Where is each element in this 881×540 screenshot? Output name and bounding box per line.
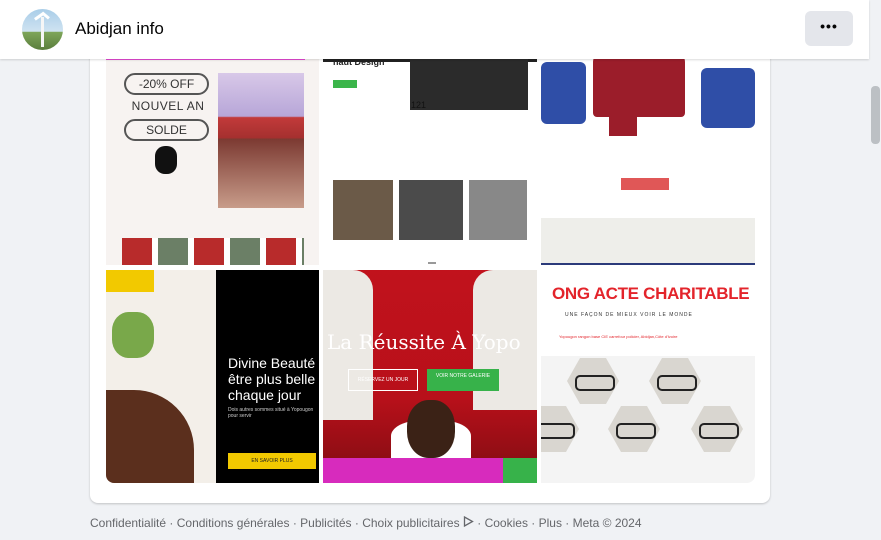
tv-stand-image <box>410 58 528 110</box>
photo-tile-ong-acte-charitable[interactable]: ONG ACTE CHARITABLE UNE FAÇON DE MIEUX V… <box>541 270 755 483</box>
page-avatar[interactable] <box>22 9 63 50</box>
photo-tile-nouvel-an[interactable]: -20% OFF NOUVEL AN SOLDE <box>106 40 319 265</box>
footer-copyright: Meta © 2024 <box>572 516 642 530</box>
glasses-image <box>608 406 660 452</box>
promo-pill: -20% OFF <box>124 73 209 95</box>
cta-button-graphic <box>333 80 357 88</box>
photo-grid: -20% OFF NOUVEL AN SOLDE haut Design 121 <box>106 40 755 483</box>
ellipsis-icon: ••• <box>820 17 838 34</box>
ottoman-image <box>609 114 637 136</box>
tile-title: Divine Beauté être plus belle chaque jou… <box>228 355 316 403</box>
tile-subtitle: UNE FAÇON DE MIEUX VOIR LE MONDE <box>565 312 693 318</box>
more-options-button[interactable]: ••• <box>805 11 853 46</box>
tile-title: ONG ACTE CHARITABLE <box>552 284 750 303</box>
footer-links: Confidentialité · Conditions générales ·… <box>90 515 642 530</box>
glasses-image <box>541 406 579 452</box>
sofa-image <box>593 52 685 117</box>
avatar-image <box>41 17 44 47</box>
glasses-image <box>649 358 701 404</box>
footer-link-more[interactable]: Plus <box>539 516 562 530</box>
cta-button-graphic <box>621 178 669 190</box>
photo-tile-divine-beaute[interactable]: Divine Beauté être plus belle chaque jou… <box>106 270 319 483</box>
page-title[interactable]: Abidjan info <box>75 19 164 39</box>
reserve-button-graphic: RÉSERVEZ UN JOUR <box>348 369 418 391</box>
glasses-collage <box>541 356 755 483</box>
page-header: Abidjan info ••• <box>0 0 869 59</box>
photo-tile-sofas[interactable] <box>541 40 755 265</box>
shop-image <box>218 73 304 208</box>
footer-link-cookies[interactable]: Cookies <box>485 516 528 530</box>
promo-text: NOUVEL AN <box>131 99 205 113</box>
photo-tile-haut-design[interactable]: haut Design 121 <box>323 40 537 265</box>
furniture-image <box>333 180 393 240</box>
promo-pill: SOLDE <box>124 119 209 141</box>
footer-link-ad-choices[interactable]: Choix publicitaires <box>362 516 459 530</box>
model-number: 121 <box>411 100 427 110</box>
glasses-image <box>691 406 743 452</box>
ad-choices-icon <box>463 515 474 530</box>
sofa-row-image <box>541 218 755 265</box>
learn-more-graphic: EN SAVOIR PLUS <box>228 453 316 469</box>
page-scrollbar[interactable] <box>869 0 881 540</box>
tile-address: Yopougon rangon base CIE carrefour polic… <box>559 334 678 339</box>
gallery-button-graphic: VOIR NOTRE GALERIE <box>427 369 499 391</box>
photo-tile-la-reussite[interactable]: La Réussite À Yopo RÉSERVEZ UN JOUR VOIR… <box>323 270 537 483</box>
sofa-image <box>701 68 755 128</box>
footer-link-terms[interactable]: Conditions générales <box>177 516 290 530</box>
product-thumbnails <box>122 238 304 265</box>
sofa-image <box>541 62 586 124</box>
furniture-image <box>399 180 463 240</box>
footer-link-privacy[interactable]: Confidentialité <box>90 516 166 530</box>
plant-image <box>112 312 154 358</box>
footer-link-ads[interactable]: Publicités <box>300 516 351 530</box>
scrollbar-thumb[interactable] <box>871 86 880 144</box>
furniture-image <box>469 180 527 240</box>
tile-subtitle: Dois autres sommes situé à Yopougon pour… <box>228 407 314 419</box>
phone-icon <box>155 146 177 174</box>
glasses-image <box>567 358 619 404</box>
tile-title: La Réussite À Yopo <box>327 330 521 354</box>
